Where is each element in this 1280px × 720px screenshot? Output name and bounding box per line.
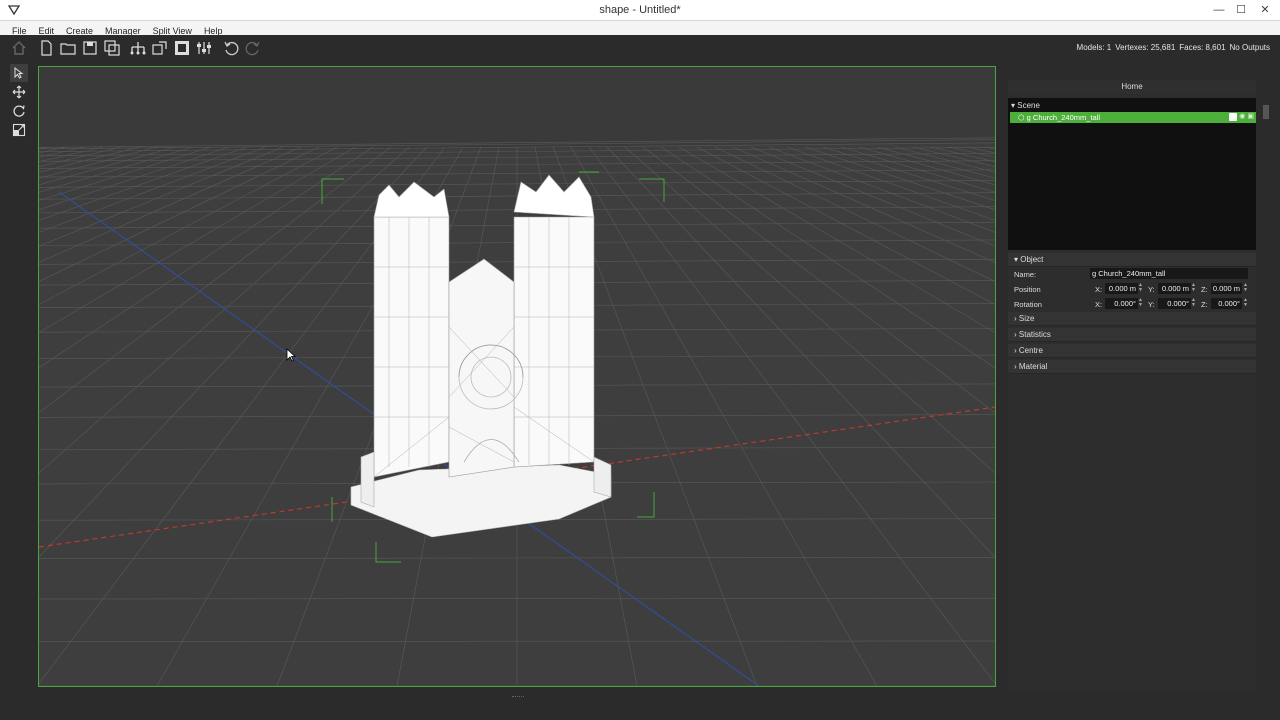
open-folder-icon[interactable] — [59, 39, 77, 57]
move-icon[interactable] — [10, 83, 28, 101]
rotation-z-label: Z: — [1201, 300, 1208, 309]
visibility-eye-icon[interactable]: ◉ — [1239, 113, 1245, 121]
centre-label: Centre — [1018, 346, 1043, 355]
scene-tree[interactable]: ▾ Scene ⬡ g Church_240mm_tall ◉ ▣ — [1008, 98, 1256, 250]
rotation-y-input[interactable]: 0.000° — [1158, 298, 1191, 309]
mouse-cursor-icon — [286, 348, 296, 362]
maximize-button[interactable]: ☐ — [1230, 0, 1252, 20]
position-x-input[interactable]: 0.000 m — [1105, 283, 1138, 294]
splitter-handle[interactable] — [512, 696, 524, 698]
position-z-input[interactable]: 0.000 m — [1211, 283, 1242, 294]
lock-icon[interactable]: ▣ — [1247, 113, 1254, 121]
rotation-z-spinner[interactable]: ▲ ▼ — [1242, 298, 1249, 309]
object-label: Object — [1020, 255, 1044, 264]
outputs-status: No Outputs — [1229, 43, 1270, 52]
toolbar: Models: 1 Vertexes: 25,681 Faces: 8,601 No … — [0, 35, 1280, 61]
rotation-x-spinner[interactable]: ▲ ▼ — [1137, 298, 1144, 309]
panel-header[interactable]: Home — [1008, 80, 1256, 94]
material-label: Material — [1018, 362, 1048, 371]
position-label: Position — [1014, 285, 1041, 294]
save-icon[interactable] — [81, 39, 99, 57]
position-z-spinner[interactable]: ▲ ▼ — [1242, 283, 1249, 294]
rotate-icon[interactable] — [10, 102, 28, 120]
tool-palette — [10, 64, 30, 140]
scene-item-controls: ◉ ▣ — [1229, 113, 1254, 121]
app-area: Models: 1 Vertexes: 25,681 Faces: 8,601 No … — [0, 35, 1280, 720]
select-icon[interactable] — [10, 64, 28, 82]
import-icon[interactable] — [151, 39, 169, 57]
scene-label-text: Scene — [1017, 101, 1040, 110]
name-label: Name: — [1014, 270, 1037, 279]
hierarchy-icon[interactable] — [129, 39, 147, 57]
faces-count: Faces: 8,601 — [1179, 43, 1226, 52]
rotation-label: Rotation — [1014, 300, 1042, 309]
save-as-icon[interactable] — [103, 39, 121, 57]
menu-bar: File Edit Create Manager Split View Help — [0, 21, 1280, 36]
home-icon[interactable] — [10, 39, 28, 57]
minimize-button[interactable]: — — [1208, 0, 1230, 20]
viewport-canvas[interactable] — [39, 67, 995, 686]
position-y-label: Y: — [1148, 285, 1155, 294]
position-z-label: Z: — [1201, 285, 1208, 294]
scene-item-label: g Church_240mm_tall — [1026, 113, 1101, 122]
scene-label[interactable]: ▾ Scene — [1008, 98, 1256, 111]
new-file-icon[interactable] — [37, 39, 55, 57]
position-x-spinner[interactable]: ▲ ▼ — [1137, 283, 1144, 294]
color-swatch-icon[interactable] — [1229, 113, 1238, 121]
panel-scrollbar[interactable] — [1262, 105, 1270, 693]
mesh-icon: ⬡ — [1018, 113, 1025, 122]
vertexes-count: Vertexes: 25,681 — [1115, 43, 1176, 52]
scene-item-church[interactable]: ⬡ g Church_240mm_tall ◉ ▣ — [1010, 112, 1256, 123]
redo-icon[interactable] — [244, 39, 262, 57]
name-input[interactable]: g Church_240mm_tall — [1090, 268, 1248, 279]
statistics-label: Statistics — [1018, 330, 1051, 339]
scale-icon[interactable] — [10, 121, 28, 139]
rotation-y-label: Y: — [1148, 300, 1155, 309]
3d-viewport[interactable] — [38, 66, 996, 687]
rotation-z-input[interactable]: 0.000° — [1211, 298, 1242, 309]
section-statistics[interactable]: › Statistics — [1008, 328, 1256, 342]
model-stats: Models: 1 Vertexes: 25,681 Faces: 8,601 No … — [1077, 43, 1270, 52]
bottom-bar — [0, 693, 1280, 720]
scrollbar-thumb[interactable] — [1263, 105, 1269, 119]
close-button[interactable]: ✕ — [1254, 0, 1276, 20]
title-bar: shape - Untitled* — ☐ ✕ — [0, 0, 1280, 21]
window-title: shape - Untitled* — [599, 4, 681, 16]
rotation-x-label: X: — [1095, 300, 1103, 309]
undo-icon[interactable] — [222, 39, 240, 57]
position-x-label: X: — [1095, 285, 1103, 294]
section-material[interactable]: › Material — [1008, 360, 1256, 374]
section-object[interactable]: ▾ Object — [1008, 253, 1256, 267]
rotation-x-input[interactable]: 0.000° — [1105, 298, 1138, 309]
models-count: Models: 1 — [1076, 43, 1112, 52]
properties-panel: Home ▾ Scene ⬡ g Church_240mm_tall ◉ ▣ ▾… — [1008, 80, 1256, 692]
position-y-spinner[interactable]: ▲ ▼ — [1190, 283, 1197, 294]
size-label: Size — [1018, 314, 1035, 323]
section-size[interactable]: › Size — [1008, 312, 1256, 326]
settings-icon[interactable] — [195, 39, 213, 57]
export-icon[interactable] — [173, 39, 191, 57]
position-y-input[interactable]: 0.000 m — [1158, 283, 1191, 294]
section-centre[interactable]: › Centre — [1008, 344, 1256, 358]
rotation-y-spinner[interactable]: ▲ ▼ — [1190, 298, 1197, 309]
